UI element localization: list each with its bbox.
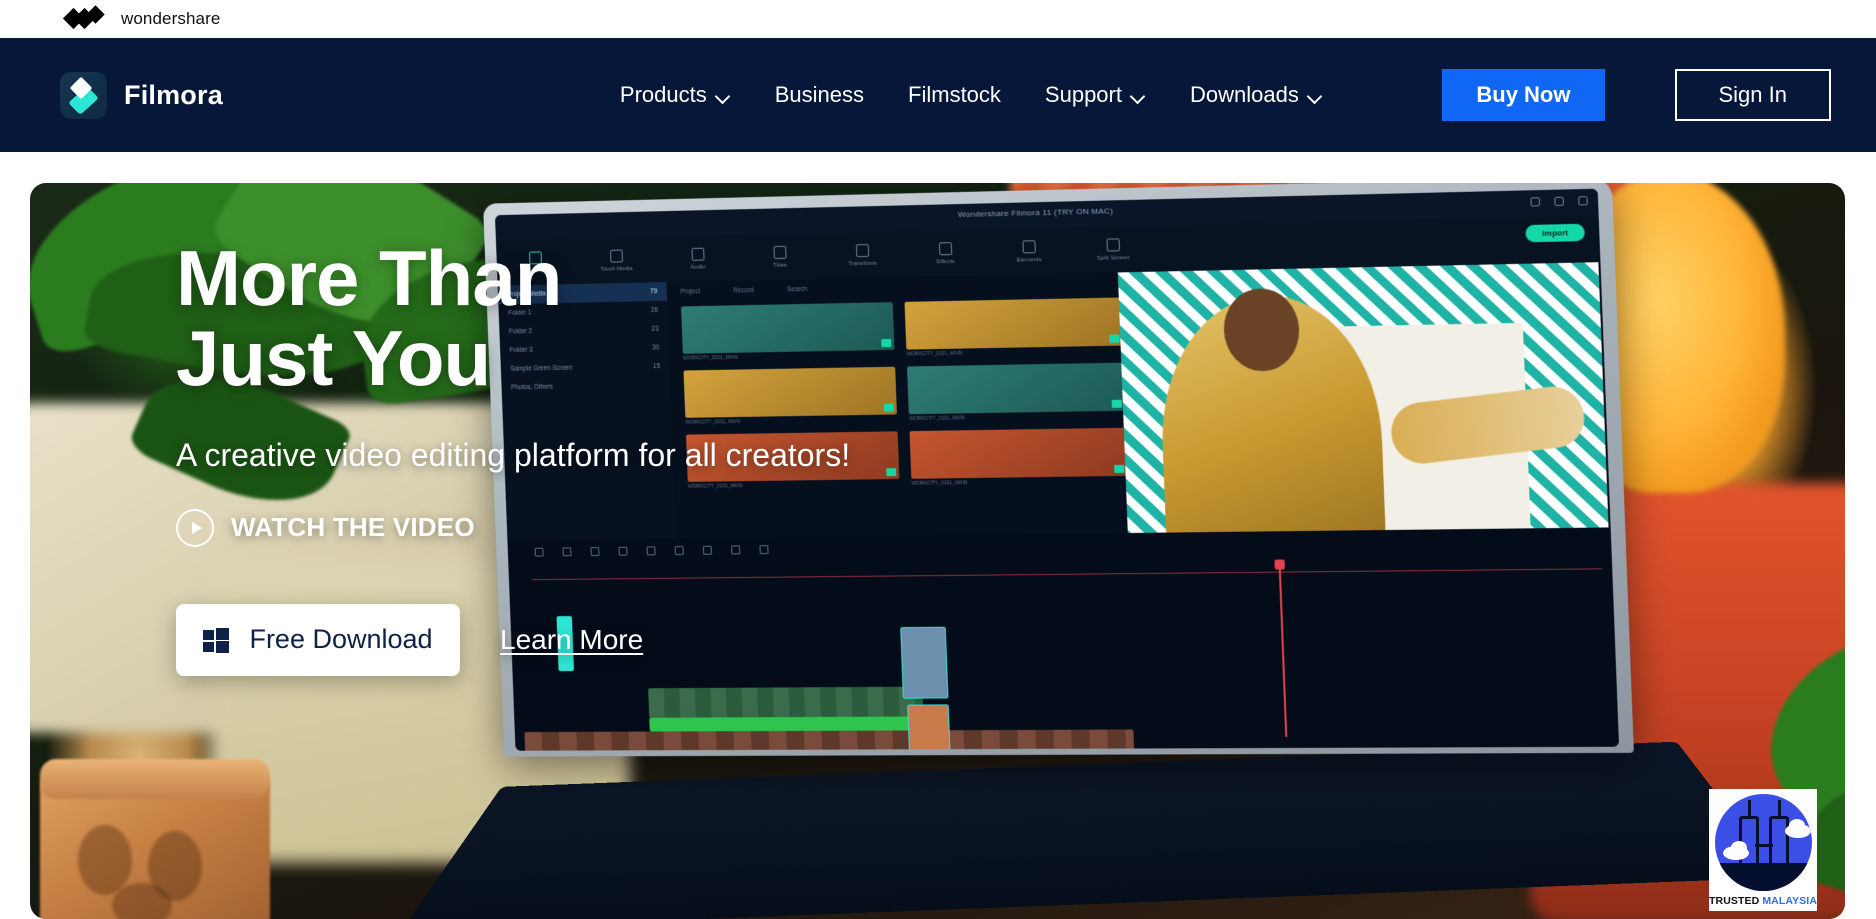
trusted-malaysia-badge[interactable]: TRUSTED MALAYSIA	[1709, 789, 1817, 911]
main-navigation-bar: Filmora Products Business Filmstock Supp…	[0, 38, 1876, 152]
nav-item-downloads[interactable]: Downloads	[1168, 82, 1345, 108]
watch-the-video-button[interactable]: WATCH THE VIDEO	[176, 508, 876, 547]
trusted-malaysia-label: TRUSTED MALAYSIA	[1709, 895, 1817, 907]
filmora-logo-icon	[60, 71, 107, 119]
media-thumbnail-label: WORKCITY_0101_MAIN	[906, 350, 963, 358]
buy-now-label: Buy Now	[1476, 82, 1571, 107]
buy-now-button[interactable]: Buy Now	[1442, 69, 1605, 121]
hero-cta-row: Free Download Learn More	[176, 603, 876, 676]
window-controls	[1530, 196, 1588, 207]
nav-label-support: Support	[1044, 82, 1122, 107]
media-thumbnail[interactable]	[909, 427, 1128, 479]
headline-line-2: Just You	[176, 313, 491, 402]
timeline-playhead[interactable]	[1278, 565, 1288, 737]
nav-label-downloads: Downloads	[1189, 82, 1299, 107]
play-circle-icon	[176, 508, 214, 547]
nav-item-products[interactable]: Products	[598, 82, 753, 108]
badge-word-malaysia: MALAYSIA	[1762, 895, 1817, 907]
nav-label-business: Business	[774, 82, 865, 107]
nav-label-products: Products	[619, 82, 707, 107]
hero-banner: Wondershare Filmora 11 (TRY ON MAC) My M…	[30, 183, 1845, 919]
nav-actions: Buy Now Sign In	[1442, 69, 1831, 121]
sign-in-button[interactable]: Sign In	[1674, 69, 1831, 121]
tool-label: Split Screen	[1096, 254, 1130, 262]
wondershare-logo-link[interactable]: wondershare	[62, 5, 221, 30]
maximize-icon	[1554, 196, 1564, 207]
chevron-down-icon	[1308, 91, 1323, 99]
wondershare-logo-icon	[62, 5, 112, 30]
nav-label-filmstock: Filmstock	[908, 82, 1001, 107]
tool-split-screen[interactable]: Split Screen	[1086, 237, 1139, 261]
chevron-down-icon	[716, 91, 731, 99]
close-icon	[1578, 196, 1588, 206]
nav-item-filmstock[interactable]: Filmstock	[886, 82, 1023, 108]
hero-copy-block: More Than Just You A creative video edit…	[176, 234, 876, 676]
minimize-icon	[1530, 197, 1541, 207]
media-thumbnail[interactable]	[904, 297, 1123, 350]
effects-icon	[938, 241, 952, 255]
badge-word-trusted: TRUSTED	[1709, 895, 1760, 907]
editor-import-button[interactable]: Import	[1525, 223, 1586, 243]
chevron-down-icon	[1131, 91, 1146, 99]
tool-label: Effects	[936, 258, 955, 265]
tool-elements[interactable]: Elements	[1002, 239, 1055, 263]
sign-in-label: Sign In	[1718, 82, 1788, 107]
nav-item-business[interactable]: Business	[753, 82, 886, 108]
page-title: More Than Just You	[176, 234, 876, 402]
free-download-button[interactable]: Free Download	[176, 603, 460, 676]
media-thumbnail-label: WORKCITY_0101_MAIN	[911, 480, 968, 487]
petronas-towers-icon	[1714, 794, 1812, 891]
tool-effects[interactable]: Effects	[919, 241, 971, 265]
elements-icon	[1021, 239, 1036, 253]
tool-label: Elements	[1016, 256, 1042, 264]
hero-subtitle: A creative video editing platform for al…	[176, 436, 851, 473]
watch-the-video-label: WATCH THE VIDEO	[231, 512, 475, 542]
split-screen-icon	[1105, 237, 1120, 252]
nav-item-support[interactable]: Support	[1023, 82, 1168, 108]
nav-links: Products Business Filmstock Support Down…	[598, 82, 1345, 108]
editor-window-title: Wondershare Filmora 11 (TRY ON MAC)	[957, 206, 1114, 220]
learn-more-link[interactable]: Learn More	[500, 624, 643, 656]
windows-icon	[203, 627, 230, 653]
wondershare-brand-strip: wondershare	[0, 0, 1876, 38]
free-download-label: Free Download	[249, 624, 433, 654]
headline-line-1: More Than	[176, 234, 562, 322]
filmora-wordmark: Filmora	[124, 79, 223, 110]
wondershare-wordmark: wondershare	[121, 9, 221, 28]
filmora-home-link[interactable]: Filmora	[60, 71, 223, 119]
media-thumbnail-label: WORKCITY_0101_MAIN	[909, 415, 966, 423]
media-thumbnail[interactable]	[907, 362, 1125, 415]
